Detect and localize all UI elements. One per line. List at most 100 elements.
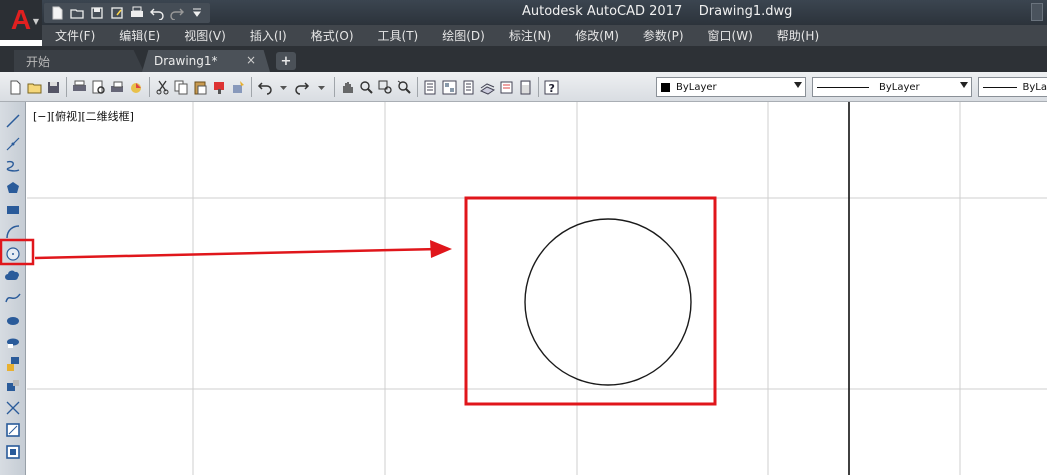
- lineweight-dropdown-value: ByLa: [1022, 81, 1047, 93]
- save-icon[interactable]: [88, 5, 106, 21]
- linetype-dropdown[interactable]: ByLayer: [812, 77, 972, 97]
- redo-dropdown-icon[interactable]: [312, 77, 331, 97]
- tab-start[interactable]: 开始: [14, 50, 144, 72]
- undo-dropdown-icon[interactable]: [274, 77, 293, 97]
- menu-parametric[interactable]: 参数(P): [630, 27, 695, 44]
- linetype-preview: [817, 86, 869, 88]
- line-icon[interactable]: [3, 111, 23, 131]
- window-control-button[interactable]: [1031, 3, 1043, 21]
- color-dropdown-value: ByLayer: [676, 81, 717, 93]
- gradient-icon[interactable]: [3, 442, 23, 462]
- color-dropdown[interactable]: ByLayer: [656, 77, 806, 97]
- match-properties-icon[interactable]: [210, 77, 229, 97]
- toolbar-divider: [66, 77, 67, 97]
- polyline-icon[interactable]: [3, 156, 23, 176]
- tool-palettes-icon[interactable]: [459, 77, 478, 97]
- menu-help[interactable]: 帮助(H): [764, 27, 830, 44]
- lineweight-dropdown[interactable]: ByLa: [978, 77, 1047, 97]
- plot-preview-icon[interactable]: [89, 77, 108, 97]
- chevron-down-icon: ▼: [32, 17, 39, 26]
- new-tab-button[interactable]: +: [276, 52, 296, 70]
- autocad-logo-icon: A: [10, 4, 32, 35]
- zoom-previous-icon[interactable]: [395, 77, 414, 97]
- menu-window[interactable]: 窗口(W): [695, 27, 764, 44]
- quick-access-toolbar: [44, 3, 210, 23]
- new-icon[interactable]: [48, 5, 66, 21]
- menu-edit[interactable]: 编辑(E): [106, 27, 171, 44]
- close-icon[interactable]: ×: [246, 53, 256, 67]
- toolbar-divider: [538, 77, 539, 97]
- design-center-icon[interactable]: [440, 77, 459, 97]
- standard-toolbar: ? ByLayer ByLayer ByLa: [0, 72, 1047, 102]
- svg-text:?: ?: [549, 82, 555, 95]
- paste-icon[interactable]: [191, 77, 210, 97]
- tab-drawing1[interactable]: Drawing1* ×: [142, 50, 270, 72]
- draw-toolbar: [0, 102, 26, 475]
- pan-icon[interactable]: [338, 77, 357, 97]
- make-block-icon[interactable]: [3, 376, 23, 396]
- help-icon[interactable]: ?: [542, 77, 561, 97]
- menu-bar: 文件(F) 编辑(E) 视图(V) 插入(I) 格式(O) 工具(T) 绘图(D…: [42, 25, 1047, 46]
- spline-icon[interactable]: [3, 288, 23, 308]
- tab-drawing1-label: Drawing1*: [154, 54, 218, 68]
- zoom-window-icon[interactable]: [376, 77, 395, 97]
- insert-block-icon[interactable]: [3, 354, 23, 374]
- circle-icon[interactable]: [3, 244, 23, 264]
- zoom-realtime-icon[interactable]: [357, 77, 376, 97]
- chevron-down-icon: [960, 82, 968, 88]
- 3d-print-icon[interactable]: [127, 77, 146, 97]
- block-editor-icon[interactable]: [229, 77, 248, 97]
- polygon-icon[interactable]: [3, 178, 23, 198]
- menu-dimension[interactable]: 标注(N): [496, 27, 562, 44]
- arc-icon[interactable]: [3, 222, 23, 242]
- construction-line-icon[interactable]: [3, 134, 23, 154]
- customize-icon[interactable]: [188, 5, 206, 21]
- qnew-icon[interactable]: [6, 77, 25, 97]
- menu-draw[interactable]: 绘图(D): [429, 27, 496, 44]
- open-icon[interactable]: [25, 77, 44, 97]
- file-tab-bar: 开始 Drawing1* × +: [0, 46, 1047, 72]
- application-menu-button[interactable]: A ▼: [0, 0, 42, 40]
- quickcalc-icon[interactable]: [516, 77, 535, 97]
- point-icon[interactable]: [3, 398, 23, 418]
- publish-icon[interactable]: [108, 77, 127, 97]
- linetype-dropdown-value: ByLayer: [879, 81, 920, 93]
- toolbar-divider: [334, 77, 335, 97]
- open-icon[interactable]: [68, 5, 86, 21]
- ellipse-arc-icon[interactable]: [3, 332, 23, 352]
- sheet-set-icon[interactable]: [478, 77, 497, 97]
- rectangle-icon[interactable]: [3, 200, 23, 220]
- plot-icon[interactable]: [70, 77, 89, 97]
- save-as-icon[interactable]: [108, 5, 126, 21]
- cut-icon[interactable]: [153, 77, 172, 97]
- chevron-down-icon: [794, 82, 802, 88]
- toolbar-divider: [417, 77, 418, 97]
- hatch-icon[interactable]: [3, 420, 23, 440]
- redo-icon[interactable]: [168, 5, 186, 21]
- window-title: Autodesk AutoCAD 2017 Drawing1.dwg: [522, 4, 793, 19]
- save-icon[interactable]: [44, 77, 63, 97]
- toolbar-divider: [251, 77, 252, 97]
- tab-start-label: 开始: [26, 54, 51, 69]
- viewport-controls-label[interactable]: [−][俯视][二维线框]: [33, 108, 134, 124]
- redo-icon[interactable]: [293, 77, 312, 97]
- undo-icon[interactable]: [148, 5, 166, 21]
- copy-icon[interactable]: [172, 77, 191, 97]
- menu-tools[interactable]: 工具(T): [365, 27, 430, 44]
- menu-view[interactable]: 视图(V): [171, 27, 237, 44]
- menu-file[interactable]: 文件(F): [42, 27, 106, 44]
- undo-icon[interactable]: [255, 77, 274, 97]
- properties-icon[interactable]: [421, 77, 440, 97]
- menu-modify[interactable]: 修改(M): [562, 27, 630, 44]
- color-swatch: [661, 82, 670, 92]
- print-icon[interactable]: [128, 5, 146, 21]
- menu-format[interactable]: 格式(O): [298, 27, 365, 44]
- toolbar-divider: [149, 77, 150, 97]
- menu-insert[interactable]: 插入(I): [237, 27, 298, 44]
- toolbar-icons: ?: [6, 76, 561, 98]
- ellipse-icon[interactable]: [3, 310, 23, 330]
- revision-cloud-icon[interactable]: [3, 266, 23, 286]
- drawing-canvas[interactable]: [27, 102, 1047, 475]
- markup-icon[interactable]: [497, 77, 516, 97]
- title-bar: Autodesk AutoCAD 2017 Drawing1.dwg: [0, 0, 1047, 25]
